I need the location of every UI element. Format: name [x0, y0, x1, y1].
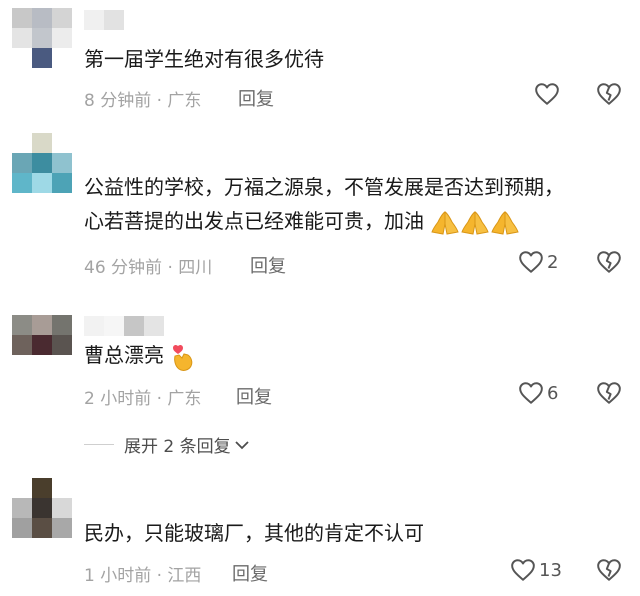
folded-hands-emoji [491, 210, 520, 235]
comment-text: 民办，只能玻璃厂，其他的肯定不认可 [84, 521, 424, 545]
heart-icon [535, 83, 559, 105]
like-count: 2 [547, 251, 559, 273]
chevron-down-icon [234, 440, 249, 449]
like-button[interactable]: 2 [518, 250, 558, 274]
broken-heart-icon [597, 83, 621, 105]
broken-heart-icon [597, 559, 621, 581]
avatar[interactable] [12, 8, 72, 68]
comment-meta: 1 小时前 · 江西 [84, 566, 202, 586]
comment-text: 第一届学生绝对有很多优待 [84, 47, 324, 71]
reply-button[interactable]: 回复 [232, 560, 268, 586]
comment-meta: 8 分钟前 · 广东 [84, 91, 202, 111]
dislike-button[interactable] [596, 82, 622, 110]
divider [84, 444, 114, 445]
like-count: 6 [547, 382, 559, 404]
dislike-button[interactable] [596, 558, 622, 586]
comment-meta: 46 分钟前 · 四川 [84, 258, 213, 278]
heart-icon [519, 382, 543, 404]
heart-icon [511, 559, 535, 581]
comment-text-line: 公益性的学校，万福之源泉，不管发展是否达到预期， [84, 175, 564, 199]
expand-replies-button[interactable]: 展开 2 条回复 [84, 432, 250, 457]
finger-heart-emoji [173, 344, 193, 371]
username-blurred[interactable] [84, 316, 164, 336]
avatar[interactable] [12, 133, 72, 193]
comment-text: 曹总漂亮 [84, 338, 196, 372]
broken-heart-icon [597, 251, 621, 273]
username-blurred[interactable] [84, 10, 124, 30]
folded-hands-emoji [431, 210, 460, 235]
folded-hands-emoji [461, 210, 490, 235]
comment-text-line: 心若菩提的出发点已经难能可贵，加油 [84, 204, 564, 238]
like-button[interactable] [534, 82, 560, 106]
reply-button[interactable]: 回复 [236, 383, 272, 409]
expand-replies-label: 展开 2 条回复 [124, 437, 231, 457]
avatar[interactable] [12, 315, 72, 375]
broken-heart-icon [597, 382, 621, 404]
like-button[interactable]: 13 [510, 558, 562, 582]
heart-icon [519, 251, 543, 273]
reply-button[interactable]: 回复 [238, 85, 274, 111]
like-count: 13 [539, 559, 562, 581]
dislike-button[interactable] [596, 250, 622, 278]
reply-button[interactable]: 回复 [250, 252, 286, 278]
dislike-button[interactable] [596, 381, 622, 409]
comment-text: 公益性的学校，万福之源泉，不管发展是否达到预期， 心若菩提的出发点已经难能可贵，… [84, 170, 564, 238]
like-button[interactable]: 6 [518, 381, 558, 405]
comment-meta: 2 小时前 · 广东 [84, 389, 202, 409]
avatar[interactable] [12, 478, 72, 538]
